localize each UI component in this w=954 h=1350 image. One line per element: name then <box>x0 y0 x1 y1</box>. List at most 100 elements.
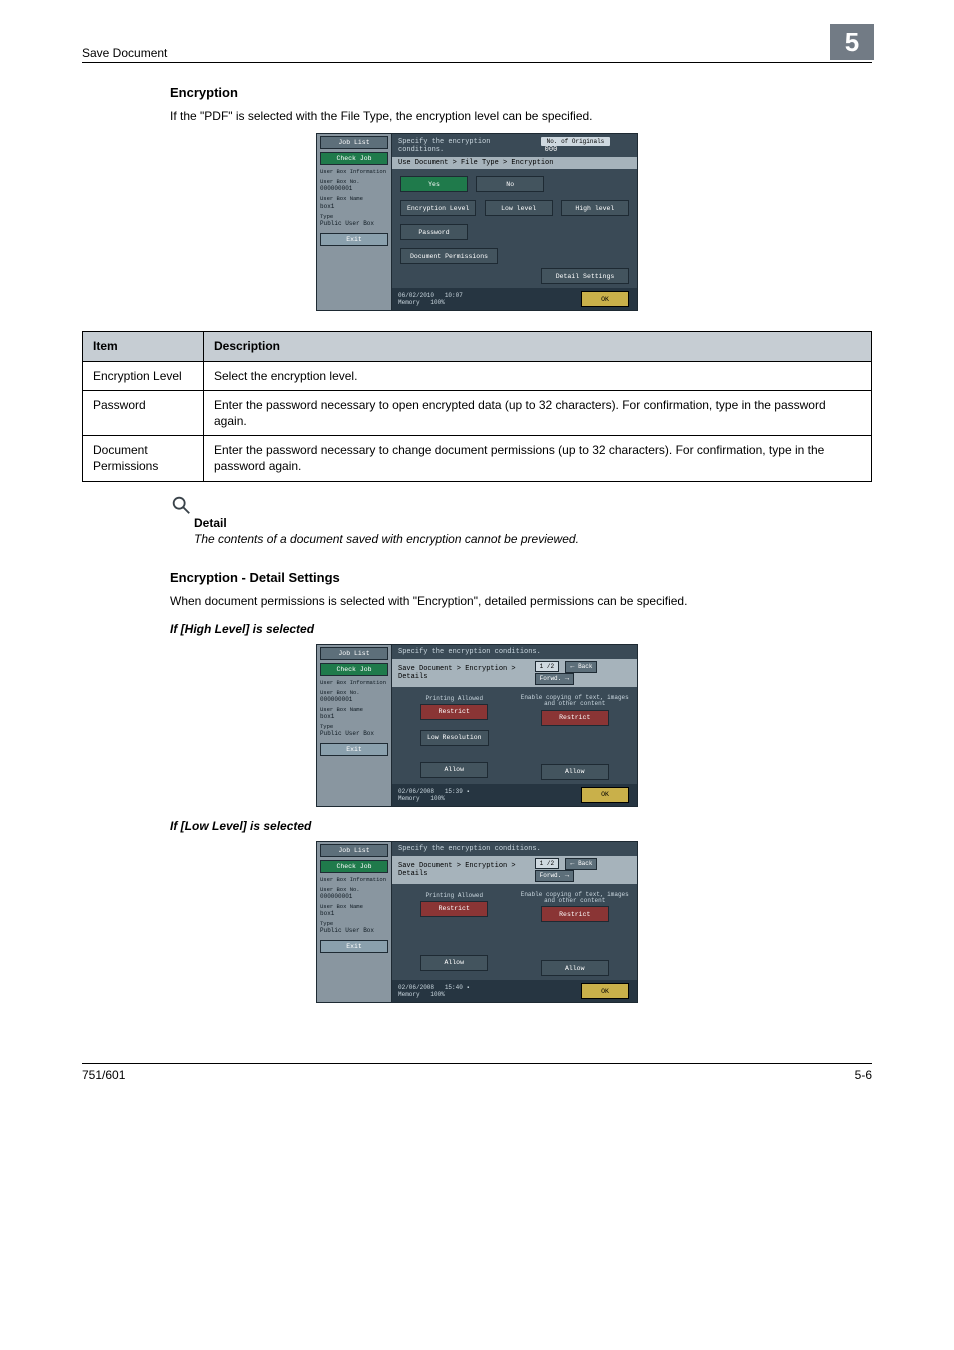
col2-title: Enable copying of text, images and other… <box>519 892 632 905</box>
restrict-button[interactable]: Restrict <box>541 710 609 726</box>
table-row: Encryption Level Select the encryption l… <box>83 361 872 390</box>
page-header: Save Document 5 <box>82 30 872 63</box>
header-title: Save Document <box>82 46 167 60</box>
originals-count: 000 <box>545 146 558 154</box>
col-item: Item <box>83 332 204 361</box>
restrict-button[interactable]: Restrict <box>420 704 488 720</box>
description-table: Item Description Encryption Level Select… <box>82 331 872 481</box>
forward-button[interactable]: Forwd. → <box>535 673 574 685</box>
memory-value: 100% <box>430 795 444 802</box>
panel-date: 02/06/2008 <box>398 788 434 795</box>
detail-settings-button[interactable]: Detail Settings <box>541 268 629 284</box>
low-resolution-button[interactable]: Low Resolution <box>420 730 489 746</box>
low-level-button[interactable]: Low level <box>485 200 553 216</box>
section-heading-encryption: Encryption <box>170 85 872 100</box>
type-value: Public User Box <box>320 927 388 934</box>
breadcrumb-text: Save Document > Encryption > Details <box>398 665 533 681</box>
user-box-info-label: User Box Information <box>320 877 388 883</box>
table-row: Password Enter the password necessary to… <box>83 390 872 435</box>
case-low-level-heading: If [Low Level] is selected <box>170 819 872 833</box>
user-box-info-label: User Box Information <box>320 169 388 175</box>
user-box-name-value: box1 <box>320 203 388 210</box>
breadcrumb: Save Document > Encryption > Details 1 /… <box>392 856 637 884</box>
printer-panel-encryption: Job List Check Job User Box Information … <box>316 133 638 311</box>
doc-permissions-button[interactable]: Document Permissions <box>400 248 498 264</box>
footer-left: 751/601 <box>82 1068 125 1082</box>
allow-button[interactable]: Allow <box>541 764 609 780</box>
panel-date: 02/06/2008 <box>398 984 434 991</box>
status-icon: ▪ <box>466 984 470 991</box>
back-button[interactable]: ← Back <box>565 858 597 870</box>
allow-button[interactable]: Allow <box>420 762 488 778</box>
type-value: Public User Box <box>320 730 388 737</box>
yes-button[interactable]: Yes <box>400 176 468 192</box>
detail-settings-intro: When document permissions is selected wi… <box>170 593 872 610</box>
memory-value: 100% <box>430 991 444 998</box>
back-button[interactable]: ← Back <box>565 661 597 673</box>
check-job-button[interactable]: Check Job <box>320 663 388 676</box>
exit-button[interactable]: Exit <box>320 743 388 756</box>
page-footer: 751/601 5-6 <box>82 1063 872 1082</box>
no-button[interactable]: No <box>476 176 544 192</box>
status-icon: ▪ <box>466 788 470 795</box>
ok-button[interactable]: OK <box>581 291 629 307</box>
ok-button[interactable]: OK <box>581 787 629 803</box>
section-heading-detail-settings: Encryption - Detail Settings <box>170 570 872 585</box>
panel-time: 15:40 <box>445 984 463 991</box>
user-box-info-label: User Box Information <box>320 680 388 686</box>
forward-button[interactable]: Forwd. → <box>535 870 574 882</box>
table-header-row: Item Description <box>83 332 872 361</box>
high-level-button[interactable]: High level <box>561 200 629 216</box>
exit-button[interactable]: Exit <box>320 940 388 953</box>
panel-date: 06/02/2010 <box>398 292 434 299</box>
restrict-button[interactable]: Restrict <box>420 901 488 917</box>
printer-panel-high-level: Job List Check Job User Box Information … <box>316 644 638 807</box>
encryption-level-button[interactable]: Encryption Level <box>400 200 476 216</box>
panel-title: Specify the encryption conditions. <box>398 845 541 853</box>
breadcrumb-text: Save Document > Encryption > Details <box>398 862 533 878</box>
col-description: Description <box>204 332 872 361</box>
password-button[interactable]: Password <box>400 224 468 240</box>
memory-label: Memory <box>398 795 420 802</box>
memory-label: Memory <box>398 299 420 306</box>
memory-value: 100% <box>430 299 444 306</box>
panel-time: 15:39 <box>445 788 463 795</box>
panel-time: 10:07 <box>445 292 463 299</box>
breadcrumb: Use Document > File Type > Encryption <box>392 157 637 169</box>
user-box-name-value: box1 <box>320 713 388 720</box>
breadcrumb: Save Document > Encryption > Details 1 /… <box>392 659 637 687</box>
case-high-level-heading: If [High Level] is selected <box>170 622 872 636</box>
user-box-no-value: 000000001 <box>320 696 388 703</box>
originals-label: No. of Originals <box>541 137 611 146</box>
user-box-no-value: 000000001 <box>320 893 388 900</box>
check-job-button[interactable]: Check Job <box>320 152 388 165</box>
page-indicator: 1 /2 <box>535 858 559 869</box>
page-indicator: 1 /2 <box>535 661 559 672</box>
ok-button[interactable]: OK <box>581 983 629 999</box>
printer-panel-low-level: Job List Check Job User Box Information … <box>316 841 638 1004</box>
job-list-button[interactable]: Job List <box>320 136 388 149</box>
cell-desc: Enter the password necessary to change d… <box>204 436 872 481</box>
footer-right: 5-6 <box>855 1068 872 1082</box>
cell-desc: Select the encryption level. <box>204 361 872 390</box>
detail-label: Detail <box>194 516 872 530</box>
cell-item: Encryption Level <box>83 361 204 390</box>
user-box-no-value: 000000001 <box>320 185 388 192</box>
job-list-button[interactable]: Job List <box>320 844 388 857</box>
job-list-button[interactable]: Job List <box>320 647 388 660</box>
chapter-number: 5 <box>830 24 874 60</box>
type-value: Public User Box <box>320 220 388 227</box>
magnifier-icon <box>170 494 192 516</box>
exit-button[interactable]: Exit <box>320 233 388 246</box>
cell-item: Password <box>83 390 204 435</box>
cell-desc: Enter the password necessary to open enc… <box>204 390 872 435</box>
restrict-button[interactable]: Restrict <box>541 906 609 922</box>
col1-title: Printing Allowed <box>398 892 511 899</box>
panel-title: Specify the encryption conditions. <box>398 648 541 656</box>
allow-button[interactable]: Allow <box>541 960 609 976</box>
table-row: Document Permissions Enter the password … <box>83 436 872 481</box>
memory-label: Memory <box>398 991 420 998</box>
check-job-button[interactable]: Check Job <box>320 860 388 873</box>
detail-text: The contents of a document saved with en… <box>194 532 872 546</box>
allow-button[interactable]: Allow <box>420 955 488 971</box>
